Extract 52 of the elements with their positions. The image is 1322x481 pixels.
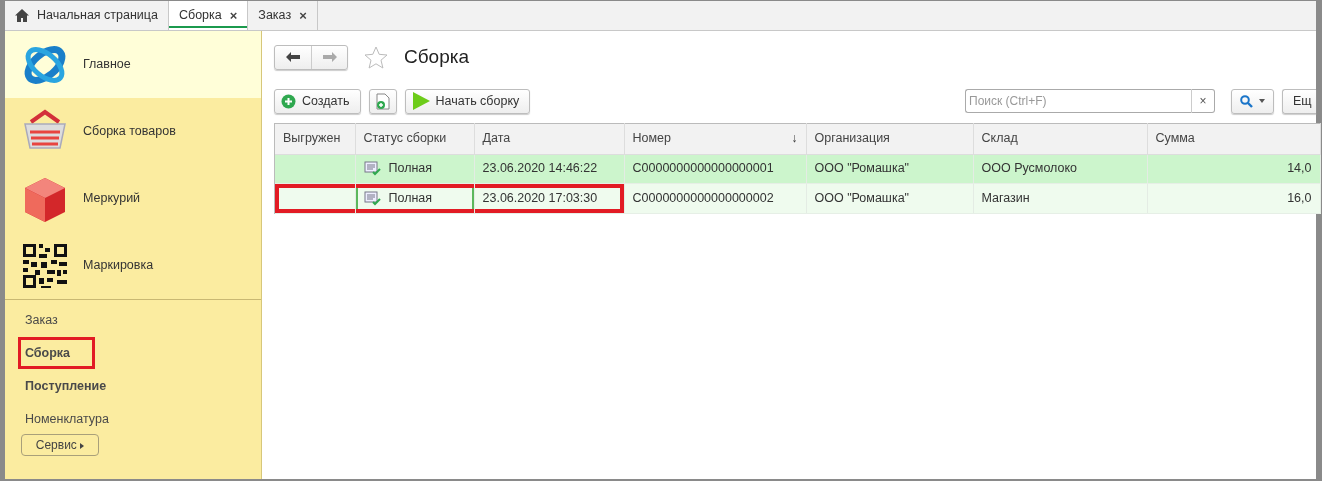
table-cell[interactable]: Полная: [355, 154, 474, 183]
column-header[interactable]: Выгружен: [275, 123, 355, 154]
sidebar-section[interactable]: Главное: [5, 31, 261, 98]
sidebar-section[interactable]: Маркировка: [5, 232, 261, 299]
more-button[interactable]: Ещ: [1282, 88, 1316, 114]
service-button[interactable]: Сервис: [21, 434, 99, 456]
sidebar-section[interactable]: Сборка товаров: [5, 98, 261, 165]
table-cell[interactable]: 23.06.2020 14:46:22: [474, 154, 624, 183]
search-options-button[interactable]: [1231, 88, 1274, 114]
table-cell[interactable]: ООО "Ромашка": [806, 183, 973, 213]
sidebar-section[interactable]: Меркурий: [5, 165, 261, 232]
caret-icon: [80, 442, 85, 449]
sidebar-link[interactable]: Заказ: [21, 307, 62, 333]
sidebar-link[interactable]: Поступление: [21, 373, 111, 399]
sidebar-link[interactable]: Номенклатура: [21, 406, 113, 432]
column-header[interactable]: Дата: [474, 123, 624, 154]
back-arrow-icon: [286, 52, 300, 63]
table-cell[interactable]: ООО Русмолоко: [973, 154, 1147, 183]
clear-button[interactable]: ×: [1191, 89, 1215, 113]
column-header[interactable]: Склад: [973, 123, 1147, 154]
column-header[interactable]: Сумма: [1147, 123, 1320, 154]
tab[interactable]: Сборка ×: [168, 1, 249, 30]
caret-icon: [1259, 99, 1265, 103]
table-cell[interactable]: 14,0: [1147, 154, 1320, 183]
status-check-icon: [363, 161, 381, 176]
column-header[interactable]: Организация: [806, 123, 973, 154]
forward-arrow-icon: [322, 52, 337, 63]
page-title: Сборка: [404, 45, 470, 69]
table-cell[interactable]: ООО "Ромашка": [806, 154, 973, 183]
table-cell[interactable]: 16,0: [1147, 183, 1320, 213]
close-icon[interactable]: ×: [229, 5, 238, 26]
table-cell[interactable]: С0000000000000000001: [624, 154, 806, 183]
play-icon: [411, 92, 430, 110]
create-button[interactable]: Создать: [274, 88, 361, 114]
sidebar-link[interactable]: Сборка: [21, 340, 93, 366]
search-icon: [1240, 94, 1253, 108]
search-field[interactable]: Поиск (Ctrl+F): [965, 89, 1191, 113]
close-icon[interactable]: ×: [299, 5, 307, 26]
qr-code-icon: [21, 241, 69, 290]
column-header[interactable]: Статус сборки: [355, 123, 474, 154]
table-cell[interactable]: Полная: [355, 183, 474, 213]
start-assembly-button[interactable]: Начать сборку: [404, 88, 531, 114]
table-cell[interactable]: Магазин: [973, 183, 1147, 213]
plus-circle-icon: [281, 93, 296, 109]
status-check-icon: [363, 190, 381, 206]
new-document-button[interactable]: [368, 88, 397, 114]
column-header[interactable]: Номер ↓: [624, 123, 806, 154]
table-cell[interactable]: С0000000000000000002: [624, 183, 806, 213]
home-icon: [15, 9, 29, 22]
document-plus-icon: [375, 92, 390, 110]
table-cell[interactable]: 23.06.2020 17:03:30: [474, 183, 624, 213]
star-icon[interactable]: [364, 45, 388, 69]
